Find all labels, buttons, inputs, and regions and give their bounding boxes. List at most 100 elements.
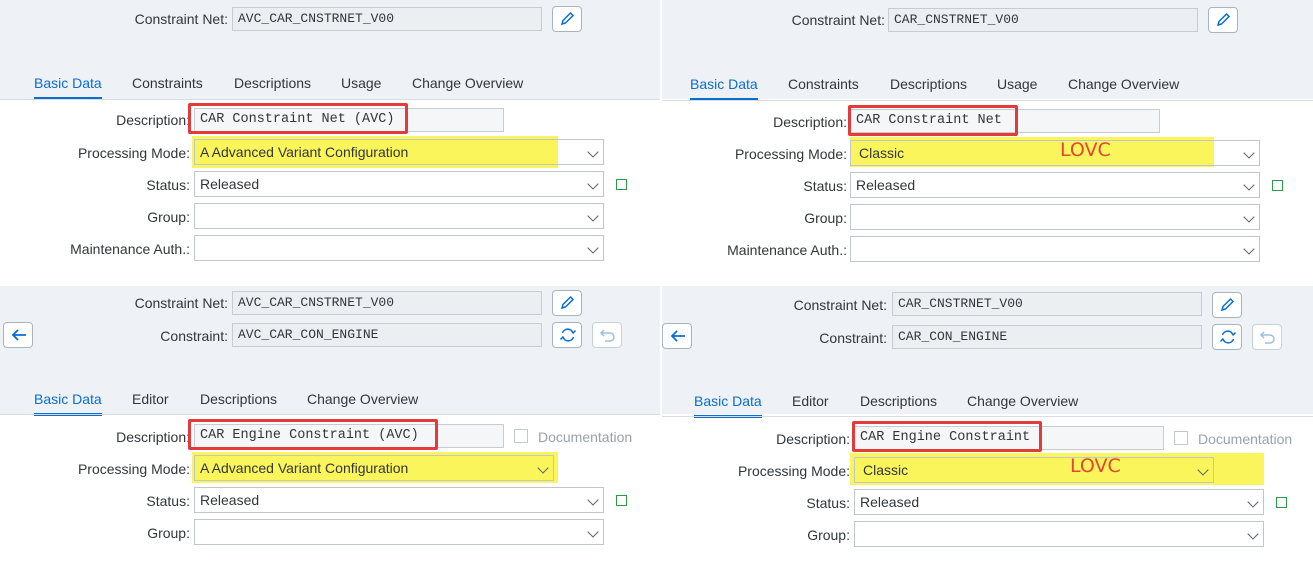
processing-mode-select[interactable]: Classic (854, 457, 1214, 483)
tab-descriptions[interactable]: Descriptions (890, 76, 967, 92)
status-label: Status: (146, 493, 190, 509)
undo-button[interactable] (592, 322, 622, 348)
documentation-label: Documentation (1198, 431, 1293, 447)
constraint-net-field: AVC_CAR_CNSTRNET_V00 (232, 7, 542, 31)
chevron-down-icon (1243, 243, 1255, 255)
status-checkbox[interactable] (616, 179, 627, 190)
pencil-icon (1220, 297, 1235, 312)
status-select[interactable]: Released (854, 489, 1264, 515)
chevron-down-icon (587, 494, 599, 506)
documentation-checkbox[interactable] (1174, 431, 1188, 445)
constraint-net-field: AVC_CAR_CNSTRNET_V00 (232, 291, 542, 315)
edit-button[interactable] (1212, 292, 1242, 318)
tab-basic-data[interactable]: Basic Data (694, 393, 762, 418)
constraint-field: AVC_CAR_CON_ENGINE (232, 323, 542, 347)
annotation-red-box (188, 103, 408, 134)
tab-descriptions[interactable]: Descriptions (860, 393, 937, 409)
description-label: Description: (773, 114, 847, 130)
status-value: Released (856, 177, 916, 193)
chevron-down-icon (1243, 147, 1255, 159)
tab-usage[interactable]: Usage (341, 75, 381, 91)
annotation-red-box (848, 105, 1018, 136)
tab-editor[interactable]: Editor (132, 391, 169, 407)
status-value: Released (860, 494, 920, 510)
refresh-icon (559, 328, 577, 342)
status-checkbox[interactable] (616, 495, 627, 506)
group-label: Group: (807, 527, 850, 543)
constraint-label: Constraint: (819, 330, 887, 346)
group-select[interactable] (194, 519, 604, 545)
description-label: Description: (116, 429, 190, 445)
chevron-down-icon (1247, 496, 1259, 508)
processing-mode-value: Classic (863, 462, 909, 478)
tab-constraints[interactable]: Constraints (788, 76, 859, 92)
tab-change-overview[interactable]: Change Overview (967, 393, 1078, 409)
tab-descriptions[interactable]: Descriptions (234, 75, 311, 91)
processing-mode-select[interactable]: Classic (850, 140, 1260, 166)
edit-button[interactable] (1208, 7, 1238, 33)
processing-mode-label: Processing Mode: (77, 461, 190, 477)
status-label: Status: (803, 178, 847, 194)
description-label: Description: (116, 112, 190, 128)
panel-avc-constraint-net: Constraint Net: AVC_CAR_CNSTRNET_V00 Bas… (0, 0, 660, 282)
tab-change-overview[interactable]: Change Overview (307, 391, 418, 407)
group-select[interactable] (854, 521, 1264, 547)
back-button[interactable] (3, 322, 33, 348)
status-value: Released (200, 176, 260, 192)
constraint-net-label: Constraint Net: (791, 12, 885, 28)
tab-change-overview[interactable]: Change Overview (412, 75, 523, 91)
panel-avc-constraint: Constraint Net: AVC_CAR_CNSTRNET_V00 Con… (0, 286, 660, 572)
back-button[interactable] (662, 323, 692, 349)
constraint-net-label: Constraint Net: (134, 295, 228, 311)
processing-mode-select[interactable]: A Advanced Variant Configuration (194, 139, 604, 165)
edit-button[interactable] (552, 6, 582, 32)
panel-classic-constraint: Constraint Net: CAR_CNSTRNET_V00 Constra… (662, 286, 1313, 572)
maintenance-auth-label: Maintenance Auth.: (70, 241, 190, 257)
tab-editor[interactable]: Editor (792, 393, 829, 409)
lovc-annotation: LOVC (1060, 139, 1111, 161)
status-checkbox[interactable] (1272, 180, 1283, 191)
chevron-down-icon (587, 526, 599, 538)
constraint-field: CAR_CON_ENGINE (892, 325, 1202, 349)
tab-descriptions[interactable]: Descriptions (200, 391, 277, 407)
tab-basic-data[interactable]: Basic Data (690, 76, 758, 101)
documentation-checkbox[interactable] (514, 429, 528, 443)
group-select[interactable] (850, 204, 1260, 230)
pencil-icon (1216, 12, 1231, 27)
chevron-down-icon (537, 462, 549, 474)
tab-change-overview[interactable]: Change Overview (1068, 76, 1179, 92)
processing-mode-select[interactable]: A Advanced Variant Configuration (194, 455, 554, 481)
refresh-button[interactable] (552, 322, 582, 348)
chevron-down-icon (587, 146, 599, 158)
status-select[interactable]: Released (194, 487, 604, 513)
maintenance-auth-label: Maintenance Auth.: (727, 242, 847, 258)
chevron-down-icon (1243, 211, 1255, 223)
back-arrow-icon (670, 330, 685, 342)
status-select[interactable]: Released (850, 172, 1260, 198)
tab-divider (0, 99, 660, 100)
pencil-icon (560, 11, 575, 26)
constraint-net-field: CAR_CNSTRNET_V00 (892, 292, 1202, 316)
documentation-label: Documentation (538, 429, 633, 445)
annotation-red-box (188, 419, 438, 450)
maintenance-auth-select[interactable] (194, 235, 604, 261)
constraint-net-label: Constraint Net: (793, 297, 887, 313)
description-label: Description: (776, 431, 850, 447)
group-select[interactable] (194, 203, 604, 229)
status-select[interactable]: Released (194, 171, 604, 197)
tab-divider (0, 414, 660, 415)
tab-basic-data[interactable]: Basic Data (34, 391, 102, 416)
undo-button[interactable] (1252, 324, 1282, 350)
panel-classic-constraint-net: Constraint Net: CAR_CNSTRNET_V00 Basic D… (662, 0, 1313, 282)
tab-constraints[interactable]: Constraints (132, 75, 203, 91)
processing-mode-value: A Advanced Variant Configuration (200, 144, 409, 160)
refresh-button[interactable] (1212, 324, 1242, 350)
tab-usage[interactable]: Usage (997, 76, 1037, 92)
tab-basic-data[interactable]: Basic Data (34, 75, 102, 100)
status-label: Status: (806, 495, 850, 511)
edit-button[interactable] (552, 290, 582, 316)
maintenance-auth-select[interactable] (850, 236, 1260, 262)
chevron-down-icon (587, 242, 599, 254)
chevron-down-icon (1243, 179, 1255, 191)
status-checkbox[interactable] (1276, 497, 1287, 508)
